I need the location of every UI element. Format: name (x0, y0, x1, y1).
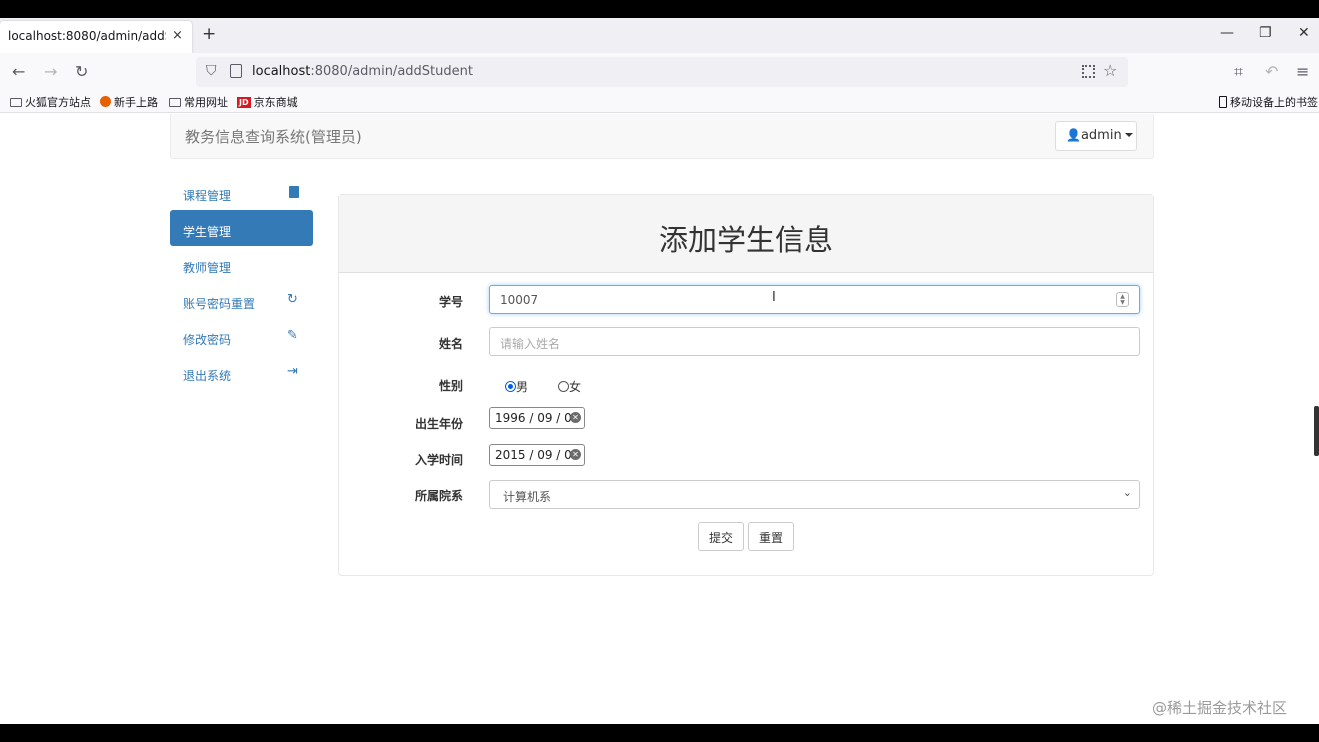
sidebar-item-teachers[interactable]: 教师管理 (170, 246, 313, 282)
bookmark-item[interactable]: 新手上路 (100, 94, 158, 110)
bookmarks-bar: 火狐官方站点 新手上路 常用网址 JD 京东商城 移动设备上的书签 (0, 91, 1319, 113)
gender-male-radio[interactable]: 男 (505, 378, 528, 395)
gender-female-radio[interactable]: 女 (558, 378, 581, 395)
student-id-input[interactable]: 10007 I ▲ ▼ (489, 285, 1140, 314)
bookmark-item[interactable]: 火狐官方站点 (10, 94, 91, 110)
url-host: localhost (252, 64, 311, 79)
birth-date-input[interactable]: 1996 / 09 / 02 ✕ (489, 407, 585, 429)
sidebar-item-change-password[interactable]: 修改密码 ✎ (170, 318, 313, 354)
name-placeholder: 请输入姓名 (500, 337, 561, 351)
enroll-label: 入学时间 (414, 453, 463, 467)
sidebar-item-label: 学生管理 (183, 225, 232, 239)
student-id-value: 10007 (500, 293, 539, 307)
jd-icon: JD (237, 97, 251, 108)
page-icon (230, 64, 242, 78)
enroll-date-input[interactable]: 2015 / 09 / 02 ✕ (489, 444, 585, 466)
bookmark-item[interactable]: JD 京东商城 (237, 94, 298, 110)
firefox-icon (100, 96, 111, 107)
sidebar-item-students[interactable]: 学生管理 (170, 210, 313, 246)
college-value: 计算机系 (503, 490, 552, 504)
star-icon[interactable]: ☆ (1103, 61, 1117, 80)
clear-icon[interactable]: ✕ (570, 412, 581, 423)
sidebar-item-logout[interactable]: 退出系统 ⇥ (170, 354, 313, 390)
name-label: 姓名 (438, 337, 463, 351)
url-path: :8080/admin/addStudent (310, 64, 473, 79)
birth-date-value: 1996 / 09 / 02 (495, 411, 580, 425)
tab-title: localhost:8080/admin/addStude (8, 29, 166, 43)
back-icon[interactable]: ← (12, 62, 25, 81)
new-tab-button[interactable]: + (202, 24, 216, 44)
add-student-panel: 添加学生信息 学号 10007 I ▲ ▼ 姓名 请输入姓名 性别 男 女 出生年… (338, 194, 1154, 576)
folder-icon (169, 98, 181, 107)
tab-strip: localhost:8080/admin/addStude × + — ❐ ✕ (0, 18, 1319, 53)
user-icon: 👤 (1066, 128, 1081, 142)
clear-icon[interactable]: ✕ (570, 449, 581, 460)
sidebar-item-label: 课程管理 (183, 189, 232, 203)
navigation-bar: ← → ↻ ⛉ localhost:8080/admin/addStudent … (0, 53, 1319, 91)
enroll-date-value: 2015 / 09 / 02 (495, 448, 580, 462)
tab-active[interactable]: localhost:8080/admin/addStude × (0, 21, 192, 53)
birth-label: 出生年份 (414, 417, 463, 431)
sidebar-item-reset-password[interactable]: 账号密码重置 ↻ (170, 282, 313, 318)
restore-button[interactable]: ❐ (1259, 25, 1272, 41)
reload-icon[interactable]: ↻ (75, 62, 88, 81)
close-window-button[interactable]: ✕ (1298, 25, 1310, 41)
student-id-label: 学号 (438, 295, 463, 309)
chevron-down-icon: ⌄ (1122, 486, 1132, 499)
radio-checked-icon (505, 381, 516, 392)
app-brand[interactable]: 教务信息查询系统(管理员) (185, 126, 362, 147)
panel-heading: 添加学生信息 (339, 195, 1153, 273)
name-input[interactable]: 请输入姓名 (489, 327, 1140, 356)
reset-button[interactable]: 重置 (748, 522, 794, 551)
user-name: admin (1080, 128, 1122, 143)
forward-icon[interactable]: → (44, 62, 57, 81)
radio-unchecked-icon (558, 381, 569, 392)
scrollbar-thumb[interactable] (1314, 406, 1319, 456)
mobile-bookmarks[interactable]: 移动设备上的书签 (1219, 94, 1318, 110)
menu-icon[interactable]: ≡ (1296, 62, 1309, 81)
college-label: 所属院系 (414, 489, 463, 503)
sidebar-item-label: 教师管理 (183, 261, 232, 275)
browser-window: localhost:8080/admin/addStude × + — ❐ ✕ … (0, 18, 1319, 724)
bookmark-item[interactable]: 常用网址 (169, 94, 228, 110)
number-spinner[interactable]: ▲ ▼ (1116, 292, 1129, 307)
book-icon (289, 186, 299, 198)
watermark: @稀土掘金技术社区 (1152, 699, 1288, 717)
refresh-icon: ↻ (287, 292, 298, 307)
page-title: 添加学生信息 (658, 223, 833, 257)
submit-button[interactable]: 提交 (698, 522, 744, 551)
pencil-icon: ✎ (287, 328, 298, 343)
gender-label: 性别 (438, 379, 463, 393)
tab-close-icon[interactable]: × (172, 28, 183, 43)
shield-icon[interactable]: ⛉ (206, 63, 217, 79)
qr-code-icon[interactable] (1082, 65, 1095, 78)
screenshot-icon[interactable]: ⌗ (1234, 62, 1243, 82)
logout-icon: ⇥ (287, 364, 298, 379)
text-cursor-icon: I (772, 290, 776, 305)
mobile-icon (1219, 96, 1227, 108)
page-content: 教务信息查询系统(管理员) 👤admin 课程管理 学生管理 教师管理 账号密码… (0, 114, 1319, 724)
user-menu-button[interactable]: 👤admin (1055, 121, 1137, 151)
sidebar: 课程管理 学生管理 教师管理 账号密码重置 ↻ 修改密码 ✎ 退出系统 ⇥ (170, 174, 313, 390)
url-bar[interactable]: ⛉ localhost:8080/admin/addStudent ☆ (196, 57, 1128, 87)
caret-down-icon (1124, 133, 1133, 137)
sidebar-item-label: 账号密码重置 (183, 297, 256, 311)
folder-icon (10, 98, 22, 107)
app-header: 教务信息查询系统(管理员) 👤admin (170, 114, 1154, 159)
sidebar-item-label: 修改密码 (183, 333, 232, 347)
sidebar-item-courses[interactable]: 课程管理 (170, 174, 313, 210)
sidebar-item-label: 退出系统 (183, 369, 232, 383)
undo-icon[interactable]: ↶ (1265, 62, 1278, 81)
minimize-button[interactable]: — (1220, 25, 1234, 41)
college-select[interactable]: 计算机系 ⌄ (489, 480, 1140, 509)
url-text[interactable]: localhost:8080/admin/addStudent (252, 64, 473, 79)
